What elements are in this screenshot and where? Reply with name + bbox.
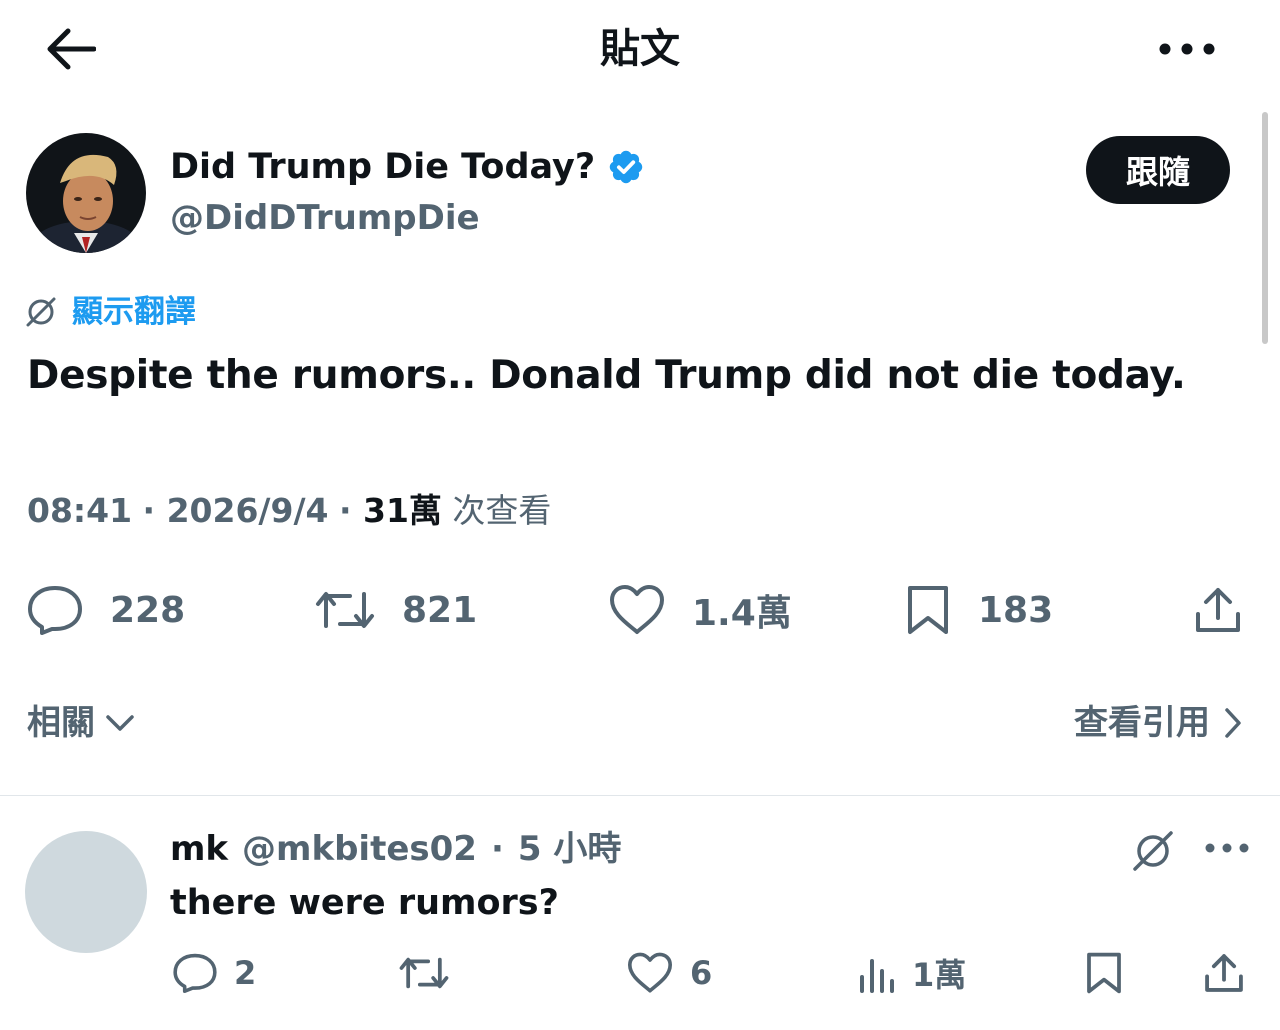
reply-icon bbox=[173, 953, 217, 994]
like-icon bbox=[627, 952, 673, 993]
divider bbox=[0, 795, 1280, 796]
author-name[interactable]: Did Trump Die Today? bbox=[170, 145, 645, 189]
view-quotes-link[interactable]: 查看引用 bbox=[1074, 700, 1242, 746]
retweet-button[interactable]: 821 bbox=[314, 580, 477, 640]
reply-translate-button[interactable] bbox=[1130, 828, 1176, 874]
reply-reply-button[interactable]: 2 bbox=[172, 948, 256, 998]
reply-count: 228 bbox=[110, 589, 186, 631]
views-count: 31萬 bbox=[362, 491, 442, 530]
author-avatar[interactable] bbox=[26, 133, 146, 253]
retweet-count: 821 bbox=[402, 589, 478, 631]
like-button[interactable]: 1.4萬 bbox=[608, 580, 792, 640]
reply-analytics-button[interactable]: 1萬 bbox=[858, 948, 966, 998]
reply-avatar[interactable] bbox=[25, 831, 147, 953]
reply-bookmark-button[interactable] bbox=[1084, 948, 1124, 998]
tweet-time[interactable]: 08:41 bbox=[27, 491, 132, 530]
more-options-button[interactable] bbox=[1150, 24, 1224, 74]
bookmark-count: 183 bbox=[978, 589, 1054, 631]
translate-link[interactable]: 顯示翻譯 bbox=[24, 290, 196, 334]
tweet-meta: 08:41 · 2026/9/4 · 31萬 次查看 bbox=[27, 491, 552, 530]
reply-retweet-button[interactable] bbox=[398, 948, 450, 998]
retweet-icon bbox=[316, 592, 374, 628]
translate-label: 顯示翻譯 bbox=[72, 294, 196, 330]
like-count: 1.4萬 bbox=[692, 593, 792, 634]
analytics-icon bbox=[860, 959, 894, 993]
reply-share-button[interactable] bbox=[1202, 948, 1246, 998]
more-icon bbox=[1205, 843, 1249, 853]
reply-like-count: 6 bbox=[690, 954, 713, 992]
related-dropdown[interactable]: 相關 bbox=[27, 700, 135, 746]
reply-time[interactable]: 5 小時 bbox=[518, 826, 622, 872]
back-arrow-icon bbox=[47, 28, 96, 70]
share-button[interactable] bbox=[1192, 580, 1244, 640]
translate-icon bbox=[26, 297, 56, 327]
verified-badge-icon bbox=[609, 150, 643, 184]
back-button[interactable] bbox=[40, 24, 100, 74]
tweet-date[interactable]: 2026/9/4 bbox=[167, 491, 329, 530]
page-title: 貼文 bbox=[600, 26, 680, 72]
scrollbar[interactable] bbox=[1262, 112, 1268, 344]
reply-icon bbox=[28, 586, 82, 635]
views-label: 次查看 bbox=[452, 491, 552, 530]
translate-icon bbox=[1133, 831, 1173, 871]
like-icon bbox=[610, 585, 664, 634]
chevron-right-icon bbox=[1225, 708, 1241, 738]
reply-author-name[interactable]: mk bbox=[170, 826, 228, 872]
share-icon bbox=[1196, 588, 1240, 632]
reply-reply-count: 2 bbox=[234, 954, 257, 992]
follow-button[interactable]: 跟隨 bbox=[1086, 136, 1230, 204]
author-handle[interactable]: @DidDTrumpDie bbox=[170, 196, 480, 240]
reply-header: mk @mkbites02 · 5 小時 bbox=[170, 826, 621, 872]
retweet-icon bbox=[399, 957, 449, 989]
share-icon bbox=[1205, 954, 1243, 992]
reply-more-button[interactable] bbox=[1204, 842, 1250, 854]
reply-text: there were rumors? bbox=[170, 883, 559, 923]
tweet-text: Despite the rumors.. Donald Trump did no… bbox=[27, 353, 1186, 398]
reply-button[interactable]: 228 bbox=[26, 580, 185, 640]
reply-views-count: 1萬 bbox=[912, 956, 967, 994]
reply-like-button[interactable]: 6 bbox=[626, 948, 712, 998]
related-label: 相關 bbox=[27, 703, 95, 743]
author-name-text: Did Trump Die Today? bbox=[170, 147, 596, 187]
bookmark-button[interactable]: 183 bbox=[904, 580, 1053, 640]
reply-author-handle[interactable]: @mkbites02 bbox=[242, 826, 477, 872]
more-icon bbox=[1159, 43, 1215, 55]
bookmark-icon bbox=[908, 586, 948, 634]
quotes-label: 查看引用 bbox=[1074, 703, 1210, 743]
chevron-down-icon bbox=[106, 715, 134, 731]
bookmark-icon bbox=[1087, 952, 1121, 994]
